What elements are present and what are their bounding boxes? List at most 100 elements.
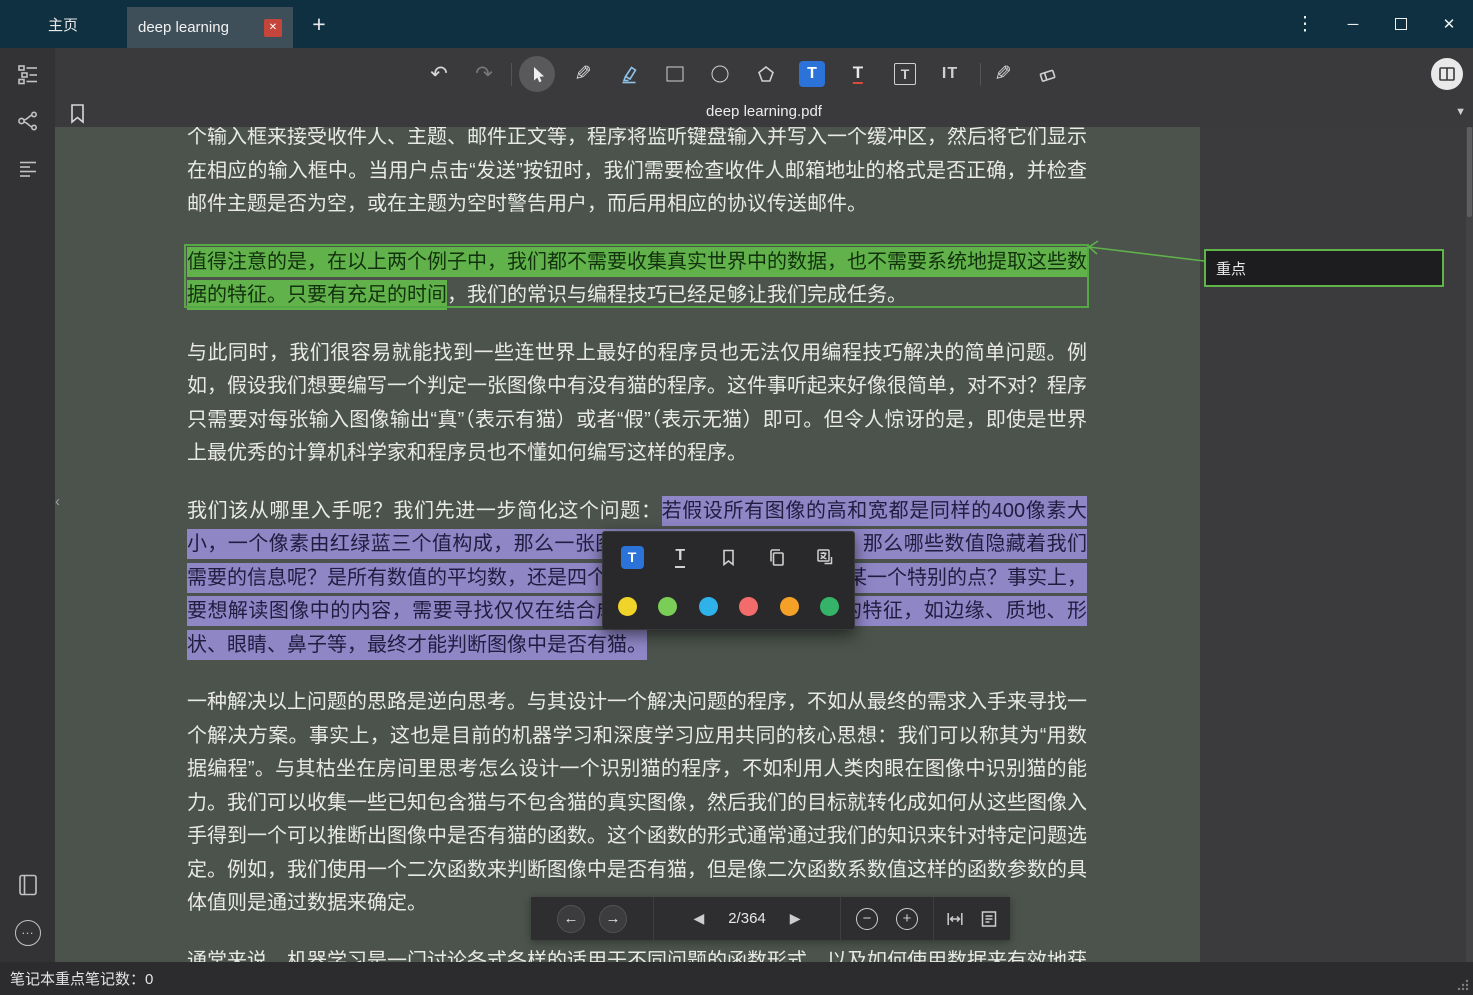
fit-page-icon [979, 909, 999, 929]
new-tab-button[interactable]: + [304, 0, 334, 48]
prev-page-button[interactable]: ◀ [693, 910, 704, 927]
color-dot-1[interactable] [618, 597, 637, 616]
fit-width-icon [945, 909, 965, 929]
notes-list-button[interactable] [13, 154, 43, 184]
menu-button[interactable]: ⋮ [1281, 0, 1329, 48]
left-sidebar: … [0, 48, 55, 962]
maximize-icon [1395, 18, 1407, 30]
popup-copy-tool[interactable] [764, 544, 790, 570]
tab-close-button[interactable]: ✕ [264, 19, 282, 37]
maximize-button[interactable] [1377, 0, 1425, 48]
pdf-text: 通常来说，机器学习是一门讨论各式各样的适用于不同问题的函数形式，以及如何使用数据… [187, 950, 1087, 963]
popup-bookmark-tool[interactable] [716, 544, 742, 570]
popup-translate-icon [815, 547, 836, 568]
toolbar-divider [980, 63, 981, 86]
select-tool[interactable] [519, 56, 555, 92]
color-dot-6[interactable] [820, 597, 839, 616]
color-dot-5[interactable] [780, 597, 799, 616]
text-box-icon: T [894, 63, 916, 85]
ellipse-tool[interactable] [712, 66, 729, 83]
pdf-paragraph: 个输入框来接受收件人、主题、邮件正文等，程序将监听键盘输入并写入一个缓冲区，然后… [187, 127, 1087, 222]
redo-button[interactable]: ↷ [475, 64, 493, 85]
note-label: 重点 [1216, 258, 1246, 279]
polygon-tool[interactable] [756, 64, 776, 84]
document-title: deep learning.pdf [55, 103, 1473, 120]
pdf-text: 一种解决以上问题的思路是逆向思考。与其设计一个解决问题的程序，不如从最终的需求入… [187, 691, 1087, 914]
scrollbar-thumb[interactable] [1467, 127, 1472, 217]
highlight-text-icon: T [799, 61, 825, 87]
pdf-text: 个输入框来接受收件人、主题、邮件正文等，程序将监听键盘输入并写入一个缓冲区，然后… [187, 127, 1087, 215]
annotation-popup: T T [602, 531, 855, 630]
rectangle-icon [667, 67, 684, 82]
titlebar: 主页 deep learning ✕ + ⋮ ─ ✕ [0, 0, 1473, 48]
eraser-tool[interactable] [1038, 64, 1059, 85]
annotation-toolbar: ↶ ↷ ✎ T T T IT ✎ [55, 48, 1473, 100]
popup-translate-tool[interactable] [812, 544, 838, 570]
highlighter-tool[interactable] [619, 64, 640, 85]
popup-underline-icon: T [675, 547, 685, 568]
history-section: ← → [531, 897, 653, 940]
forward-button[interactable]: → [599, 905, 627, 933]
popup-highlight-tool[interactable]: T [619, 544, 645, 570]
sidebar-collapse-handle[interactable]: ‹ [55, 493, 60, 510]
vertical-scrollbar[interactable] [1466, 127, 1473, 962]
statusbar: 笔记本重点笔记数：0 [0, 962, 1473, 995]
pdf-text: 我们该从哪里入手呢？我们先进一步简化这个问题： [187, 500, 662, 522]
pdf-paragraph: 通常来说，机器学习是一门讨论各式各样的适用于不同问题的函数形式，以及如何使用数据… [187, 945, 1087, 963]
pdf-page: 个输入框来接受收件人、主题、邮件正文等，程序将监听键盘输入并写入一个缓冲区，然后… [55, 127, 1473, 962]
text-box-tool[interactable]: T [894, 63, 916, 85]
color-dot-4[interactable] [739, 597, 758, 616]
ellipse-icon [712, 66, 729, 83]
mindmap-panel-button[interactable] [13, 106, 43, 136]
polygon-icon [756, 64, 776, 84]
popup-bookmark-icon [718, 547, 739, 568]
pdf-text: ，我们的常识与编程技巧已经足够让我们完成任务。 [447, 284, 907, 306]
undo-button[interactable]: ↶ [430, 64, 448, 85]
minimize-button[interactable]: ─ [1329, 0, 1377, 48]
ink-pen-tool[interactable]: ✎ [994, 64, 1012, 85]
page-indicator[interactable]: 2/364 [728, 910, 766, 927]
color-palette [603, 582, 854, 631]
next-page-button[interactable]: ▶ [790, 910, 801, 927]
popup-copy-icon [766, 547, 787, 568]
more-icon: … [15, 920, 41, 946]
popup-underline-tool[interactable]: T [667, 544, 693, 570]
toolbar-divider [511, 63, 512, 86]
note-count-text: 笔记本重点笔记数：0 [10, 968, 153, 989]
fit-page-button[interactable] [979, 909, 999, 929]
color-dot-3[interactable] [699, 597, 718, 616]
notebook-button[interactable] [13, 870, 43, 900]
mindmap-icon [16, 109, 40, 133]
tab-deep-learning[interactable]: deep learning ✕ [127, 7, 293, 48]
underline-text-icon: T [853, 64, 863, 84]
close-button[interactable]: ✕ [1425, 0, 1473, 48]
pen-tool[interactable]: ✎ [574, 64, 592, 85]
highlighter-icon [619, 64, 640, 85]
note-annotation[interactable]: 重点 [1204, 249, 1444, 287]
popup-highlight-icon: T [621, 546, 644, 569]
insert-text-icon: IT [942, 66, 958, 82]
more-options-button[interactable]: … [13, 918, 43, 948]
page-layout-button[interactable] [1431, 58, 1463, 90]
cursor-icon [527, 64, 547, 85]
fit-width-button[interactable] [945, 909, 965, 929]
zoom-in-button[interactable]: + [896, 908, 918, 930]
highlight-text-tool[interactable]: T [799, 61, 825, 87]
underline-text-tool[interactable]: T [853, 64, 863, 84]
resize-grip[interactable] [1456, 978, 1470, 992]
zoom-out-button[interactable]: − [856, 908, 878, 930]
dropdown-arrow-icon[interactable]: ▼ [1455, 106, 1466, 118]
back-button[interactable]: ← [557, 905, 585, 933]
notes-panel: 重点 [1200, 127, 1466, 962]
home-button[interactable]: 主页 [48, 0, 78, 48]
outline-panel-button[interactable] [13, 59, 43, 89]
rectangle-tool[interactable] [667, 67, 684, 82]
pdf-paragraph: 值得注意的是，在以上两个例子中，我们都不需要收集真实世界中的数据，也不需要系统地… [187, 246, 1087, 313]
zoom-section: − + [841, 897, 933, 940]
notes-list-icon [16, 157, 40, 181]
insert-text-tool[interactable]: IT [942, 66, 958, 82]
fit-section [934, 897, 1010, 940]
notebook-icon [16, 873, 40, 897]
pdf-paragraph: 一种解决以上问题的思路是逆向思考。与其设计一个解决问题的程序，不如从最终的需求入… [187, 686, 1087, 921]
color-dot-2[interactable] [658, 597, 677, 616]
